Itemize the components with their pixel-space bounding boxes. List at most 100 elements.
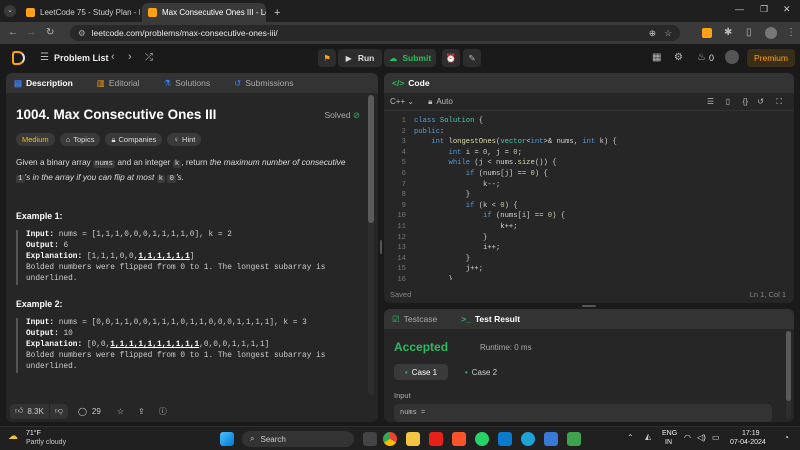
- like-button[interactable]: 👍︎ 8.3K: [10, 403, 49, 419]
- forward-icon[interactable]: →: [26, 27, 36, 38]
- language-select[interactable]: C++ ⌄: [390, 97, 414, 106]
- volume-icon[interactable]: ◁): [697, 433, 706, 442]
- reload-icon[interactable]: ↻: [46, 27, 54, 38]
- browser-tab-max-ones[interactable]: Max Consecutive Ones III - Leet ✕: [142, 3, 266, 22]
- next-problem-icon[interactable]: ›: [128, 51, 132, 63]
- line-number: 9: [401, 201, 406, 210]
- timer-icon[interactable]: ⏰: [442, 49, 460, 67]
- side-panel-icon[interactable]: ▯: [746, 27, 752, 38]
- windows-start-icon[interactable]: [220, 432, 234, 446]
- edge-icon[interactable]: [521, 432, 535, 446]
- clock-date[interactable]: 07-04-2024: [730, 439, 766, 446]
- leetcode-logo[interactable]: [12, 51, 25, 65]
- clock-time[interactable]: 17:19: [742, 430, 760, 437]
- line-number: 16: [397, 275, 406, 284]
- run-button[interactable]: ▶ Run: [338, 49, 382, 67]
- layout-grid-icon[interactable]: ▦: [652, 52, 661, 63]
- chrome-icon[interactable]: [383, 432, 397, 446]
- result-scrollbar[interactable]: [786, 331, 791, 419]
- back-icon[interactable]: ←: [8, 27, 18, 38]
- battery-icon[interactable]: ▭: [712, 433, 720, 442]
- bookmark-star-icon[interactable]: ☆: [664, 28, 672, 39]
- topics-button[interactable]: ⌂ Topics: [59, 133, 101, 146]
- leetcode-favicon: [26, 8, 35, 17]
- case-1-button[interactable]: • Case 1: [394, 364, 448, 380]
- tab-description[interactable]: ▤ Description: [14, 78, 85, 89]
- notes-icon[interactable]: ✎: [463, 49, 481, 67]
- streak-fire-icon[interactable]: ♨: [697, 52, 706, 63]
- example-2-block: Input: nums = [0,0,1,1,0,0,1,1,1,0,1,1,0…: [16, 318, 361, 373]
- tab-title: LeetCode 75 - Study Plan - Lee: [40, 8, 140, 17]
- comments-button[interactable]: ◯ 29: [78, 407, 101, 416]
- horizontal-splitter[interactable]: [582, 305, 596, 307]
- hint-button[interactable]: ♀ Hint: [167, 133, 202, 146]
- minimize-icon[interactable]: —: [735, 4, 744, 14]
- browser-tab-study-plan[interactable]: LeetCode 75 - Study Plan - Lee ✕: [20, 3, 140, 22]
- play-icon: ▶: [345, 53, 352, 63]
- premium-button[interactable]: Premium: [747, 49, 795, 67]
- submit-button[interactable]: ☁ Submit: [384, 49, 436, 67]
- site-info-icon[interactable]: ⚙: [78, 28, 86, 39]
- fullscreen-icon[interactable]: ⛶: [776, 97, 782, 107]
- braces-icon[interactable]: {}: [743, 97, 748, 106]
- code-line: }: [414, 191, 471, 200]
- tab-search-icon[interactable]: ⌄: [4, 5, 16, 17]
- problem-list-link[interactable]: Problem List: [54, 53, 109, 63]
- lang-eng[interactable]: ENG: [662, 430, 677, 437]
- store-icon[interactable]: [544, 432, 558, 446]
- mode-label: Auto: [436, 97, 453, 106]
- brave-icon[interactable]: [452, 432, 466, 446]
- zoom-icon[interactable]: ⊕: [649, 28, 656, 39]
- profile-avatar[interactable]: [765, 27, 777, 39]
- app-icon[interactable]: [567, 432, 581, 446]
- lang-in[interactable]: IN: [665, 439, 672, 446]
- companies-button[interactable]: 🔒︎ Companies: [105, 133, 163, 146]
- whatsapp-icon[interactable]: [475, 432, 489, 446]
- extension-icon[interactable]: [702, 28, 712, 38]
- new-tab-button[interactable]: +: [268, 3, 286, 22]
- weather-icon[interactable]: ☁: [8, 431, 18, 442]
- debug-button[interactable]: ⚑: [318, 49, 336, 67]
- reset-icon[interactable]: ↺: [757, 97, 764, 106]
- problem-list-icon[interactable]: ☰: [40, 52, 49, 63]
- scrollbar-thumb[interactable]: [368, 95, 374, 223]
- url-bar[interactable]: ⚙ leetcode.com/problems/max-consecutive-…: [70, 25, 680, 41]
- tray-app-icon[interactable]: ◭: [645, 432, 651, 441]
- maximize-icon[interactable]: ❐: [760, 4, 768, 15]
- share-icon[interactable]: ⇪: [138, 407, 145, 416]
- extensions-puzzle-icon[interactable]: ✱: [724, 27, 732, 38]
- wifi-icon[interactable]: ◠: [684, 433, 691, 442]
- youtube-icon[interactable]: [429, 432, 443, 446]
- code-brackets-icon: </>: [392, 78, 405, 88]
- tab-test-result[interactable]: >_ Test Result: [461, 314, 532, 324]
- close-window-icon[interactable]: ✕: [783, 4, 791, 15]
- bookmark-icon[interactable]: ▯: [726, 97, 730, 106]
- task-view-icon[interactable]: [363, 432, 377, 446]
- user-avatar[interactable]: [725, 50, 739, 64]
- tab-testcase[interactable]: ☑ Testcase: [392, 314, 449, 325]
- tab-solutions[interactable]: ⚗ Solutions: [164, 78, 223, 89]
- prev-problem-icon[interactable]: ‹: [111, 51, 115, 63]
- line-number: 5: [401, 159, 406, 168]
- taskbar-search[interactable]: ⌕ Search: [242, 431, 354, 447]
- code-editor[interactable]: class Solution {public: int longestOnes(…: [414, 116, 784, 280]
- scrollbar-thumb[interactable]: [786, 331, 791, 401]
- description-scrollbar[interactable]: [368, 95, 374, 395]
- case-2-button[interactable]: • Case 2: [454, 364, 508, 380]
- browser-menu-icon[interactable]: ⋮: [786, 27, 796, 38]
- vscode-icon[interactable]: [498, 432, 512, 446]
- file-explorer-icon[interactable]: [406, 432, 420, 446]
- tray-chevron-icon[interactable]: ⌃: [627, 433, 634, 442]
- settings-gear-icon[interactable]: ⚙: [674, 52, 683, 63]
- shuffle-icon[interactable]: ⤮: [145, 52, 153, 63]
- code-tab[interactable]: </> Code: [392, 78, 442, 88]
- format-icon[interactable]: ☰: [707, 97, 714, 106]
- vertical-splitter[interactable]: [380, 240, 382, 254]
- help-icon[interactable]: ⓘ: [159, 406, 167, 417]
- tab-editorial[interactable]: ▥ Editorial: [97, 78, 152, 89]
- dislike-button[interactable]: 👎︎: [49, 403, 68, 419]
- notification-icon[interactable]: ◔: [784, 433, 789, 442]
- line-number: 4: [401, 148, 406, 157]
- star-icon[interactable]: ☆: [117, 407, 124, 416]
- tab-submissions[interactable]: ↺ Submissions: [234, 78, 305, 89]
